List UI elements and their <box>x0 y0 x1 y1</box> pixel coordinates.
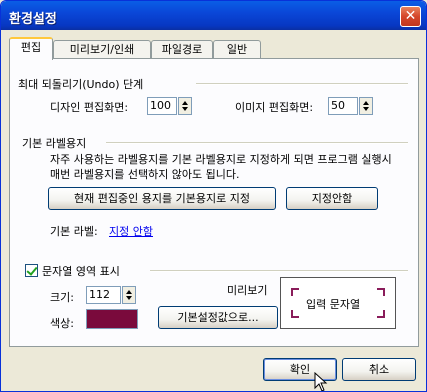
image-undo-label: 이미지 편집화면: <box>235 101 314 114</box>
default-label-link[interactable]: 지정 안함 <box>109 223 153 239</box>
spin-up-icon <box>182 101 188 105</box>
set-default-paper-button[interactable]: 현재 편집중인 용지를 기본용지로 지정 <box>48 187 276 210</box>
separator <box>150 270 408 272</box>
image-undo-spinner[interactable] <box>359 97 373 115</box>
mouse-pointer-icon <box>314 372 328 391</box>
spin-down-icon <box>182 107 188 111</box>
cancel-button[interactable]: 취소 <box>342 358 416 381</box>
title-bar[interactable]: 환경설정 ✕ <box>1 1 426 30</box>
corner-mark <box>377 310 385 318</box>
tab-edit[interactable]: 편집 <box>9 37 53 60</box>
design-undo-spinner[interactable] <box>178 97 192 115</box>
corner-mark <box>377 288 385 296</box>
tab-panel-edit: 최대 되돌리기(Undo) 단계 디자인 편집화면: 100 이미지 편집화면:… <box>9 58 419 347</box>
show-text-area-label: 문자열 영역 표시 <box>42 265 120 278</box>
spin-down-icon <box>363 107 369 111</box>
preview-text: 입력 문자열 <box>306 298 361 311</box>
default-label-caption: 기본 라벨: <box>50 225 98 238</box>
show-text-area-checkbox[interactable] <box>25 264 38 277</box>
spin-up-icon <box>363 101 369 105</box>
text-preview-box: 입력 문자열 <box>280 277 396 329</box>
spin-up-icon <box>126 290 132 294</box>
separator <box>106 142 408 144</box>
unset-default-paper-button[interactable]: 지정안함 <box>286 187 378 210</box>
corner-mark <box>291 310 299 318</box>
preview-label: 미리보기 <box>227 284 268 297</box>
reset-defaults-button[interactable]: 기본설정값으로... <box>158 306 278 329</box>
size-spinner[interactable] <box>122 286 136 304</box>
close-icon: ✕ <box>404 8 417 24</box>
close-button[interactable]: ✕ <box>400 6 421 27</box>
window-title: 환경설정 <box>9 12 57 27</box>
settings-dialog: 환경설정 ✕ 편집 미리보기/인쇄 파일경로 일반 최대 되돌리기(Undo) … <box>0 0 427 392</box>
image-undo-input[interactable]: 50 <box>328 97 358 115</box>
design-undo-label: 디자인 편집화면: <box>50 101 129 114</box>
tab-preview-print[interactable]: 미리보기/인쇄 <box>53 40 151 59</box>
label-paper-group-label: 기본 라벨용지 <box>22 137 87 150</box>
corner-mark <box>291 288 299 296</box>
tab-file-path[interactable]: 파일경로 <box>151 40 213 59</box>
separator <box>196 83 408 85</box>
size-label: 크기: <box>50 291 74 304</box>
label-paper-description: 자주 사용하는 라벨용지를 기본 라벨용지로 지정하게 되면 프로그램 실행시 … <box>50 153 392 181</box>
color-label: 색상: <box>50 317 74 330</box>
size-input[interactable]: 112 <box>86 286 121 304</box>
tab-general[interactable]: 일반 <box>213 40 261 59</box>
spin-down-icon <box>126 296 132 300</box>
color-swatch[interactable] <box>86 309 138 329</box>
design-undo-input[interactable]: 100 <box>147 97 177 115</box>
undo-group-label: 최대 되돌리기(Undo) 단계 <box>18 78 144 91</box>
